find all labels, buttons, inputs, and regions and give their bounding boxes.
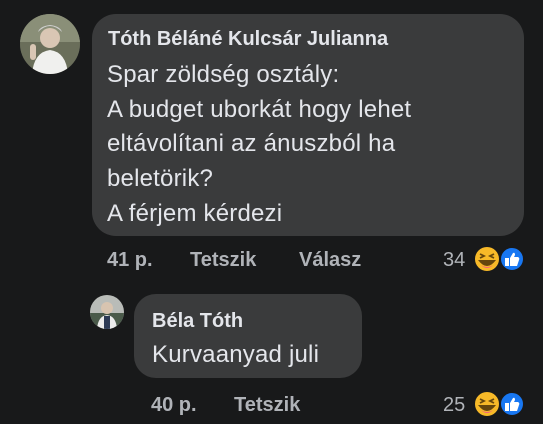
comment-text-line: A férjem kérdezi bbox=[107, 200, 283, 227]
reaction-count[interactable]: 34 bbox=[443, 249, 465, 272]
avatar-julianna[interactable] bbox=[20, 14, 80, 74]
comment-text-line: eltávolítani az ánuszból ha bbox=[107, 130, 396, 157]
avatar-bela[interactable] bbox=[90, 295, 124, 329]
comment-text-line: beletörik? bbox=[107, 165, 214, 192]
profile-photo-icon bbox=[20, 14, 80, 74]
profile-photo-icon bbox=[90, 295, 124, 329]
reaction-icons[interactable] bbox=[472, 390, 526, 418]
like-button[interactable]: Tetszik bbox=[234, 394, 300, 417]
like-icon bbox=[499, 391, 525, 417]
like-button[interactable]: Tetszik bbox=[190, 249, 256, 272]
haha-icon bbox=[473, 390, 501, 418]
reaction-count[interactable]: 25 bbox=[443, 394, 465, 417]
comment-timestamp[interactable]: 41 p. bbox=[107, 249, 153, 272]
comment-author-name[interactable]: Béla Tóth bbox=[152, 310, 243, 333]
like-icon bbox=[499, 246, 525, 272]
comment-text-line: Spar zöldség osztály: bbox=[107, 61, 340, 88]
comment-thread: Tóth Béláné Kulcsár Julianna Spar zöldsé… bbox=[0, 0, 543, 424]
comment-author-name[interactable]: Tóth Béláné Kulcsár Julianna bbox=[108, 28, 388, 51]
reaction-icons[interactable] bbox=[472, 245, 526, 273]
haha-icon bbox=[473, 245, 501, 273]
comment-text-line: A budget uborkát hogy lehet bbox=[107, 96, 412, 123]
comment-timestamp[interactable]: 40 p. bbox=[151, 394, 197, 417]
reply-button[interactable]: Válasz bbox=[299, 249, 361, 272]
comment-text-line: Kurvaanyad juli bbox=[152, 341, 320, 368]
